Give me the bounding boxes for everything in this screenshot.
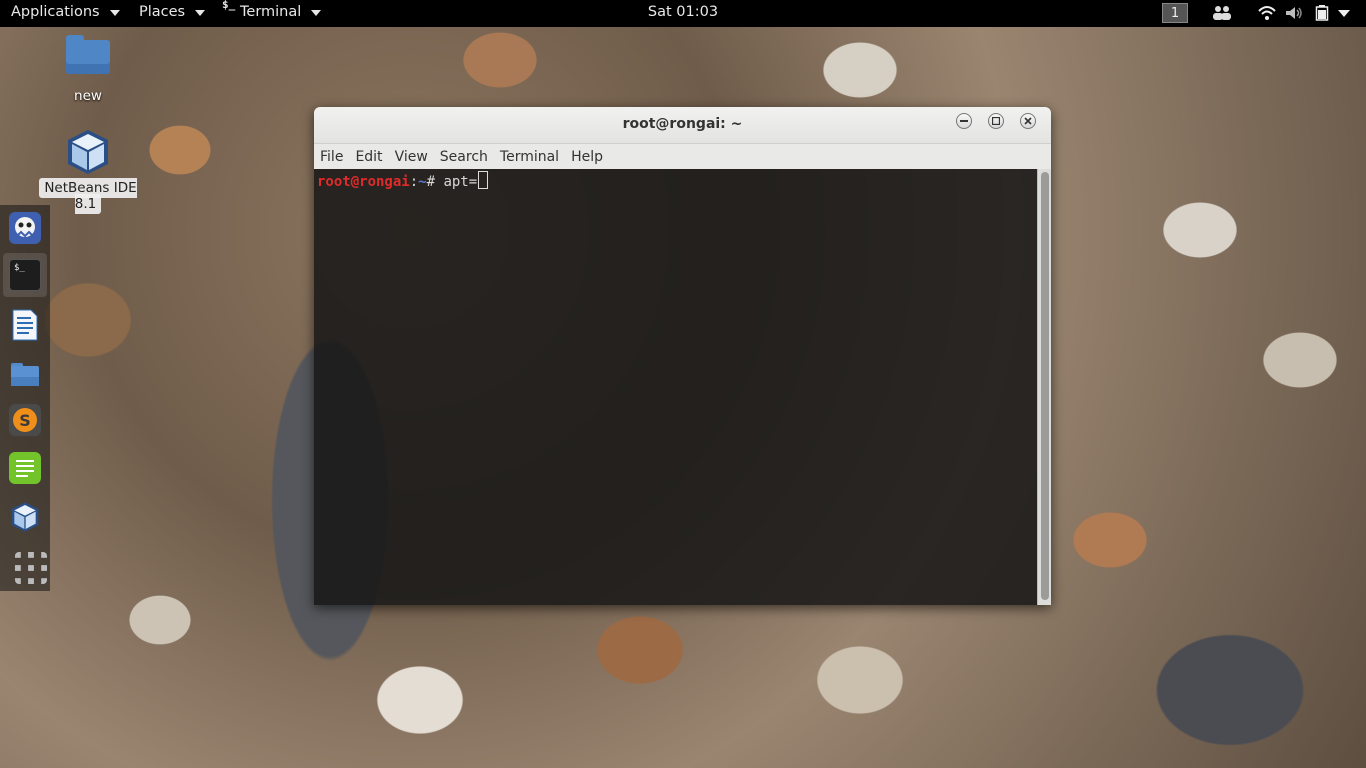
- terminal-scrollbar[interactable]: [1037, 169, 1051, 605]
- files-icon[interactable]: [9, 357, 41, 389]
- terminal-prompt-line: root@rongai:~# apt=: [317, 171, 489, 190]
- window-title: root@rongai: ~: [622, 116, 743, 132]
- terminal-icon[interactable]: $_: [9, 259, 41, 291]
- netbeans-icon[interactable]: [9, 501, 41, 533]
- menu-terminal[interactable]: Terminal: [494, 149, 565, 165]
- wifi-icon[interactable]: [1258, 5, 1276, 21]
- battery-icon[interactable]: [1315, 5, 1329, 21]
- clock[interactable]: Sat 01:03: [648, 4, 718, 20]
- minimize-icon: [960, 120, 968, 122]
- menu-file[interactable]: File: [314, 149, 349, 165]
- applications-label: Applications: [11, 4, 100, 20]
- terminal-window: root@rongai: ~ File Edit View Search Ter…: [314, 107, 1051, 605]
- typed-command: apt=: [443, 174, 478, 190]
- desktop-icon-netbeans[interactable]: NetBeans IDE 8.1: [26, 128, 150, 214]
- desktop-icon-label: new: [74, 88, 102, 104]
- desktop-icon-label: NetBeans IDE 8.1: [39, 178, 137, 214]
- show-applications-icon[interactable]: [15, 552, 47, 584]
- volume-icon[interactable]: [1285, 5, 1303, 21]
- terminal-app-label: Terminal: [240, 4, 302, 20]
- maximize-icon: [992, 117, 1000, 125]
- prompt-path: ~: [418, 174, 427, 190]
- menu-help[interactable]: Help: [565, 149, 609, 165]
- close-icon: [1024, 117, 1032, 125]
- sublime-text-icon[interactable]: S: [9, 404, 41, 436]
- desktop-icon-new[interactable]: new: [58, 35, 118, 104]
- terminal-app-icon: $_: [222, 0, 236, 11]
- prompt-user-host: root@rongai: [317, 174, 410, 190]
- svg-text:S: S: [19, 411, 31, 430]
- menu-view[interactable]: View: [389, 149, 434, 165]
- libreoffice-writer-icon[interactable]: [9, 309, 41, 341]
- places-label: Places: [139, 4, 186, 20]
- menu-search[interactable]: Search: [434, 149, 494, 165]
- prompt-symbol: #: [426, 174, 444, 190]
- chevron-down-icon: [195, 10, 206, 16]
- maltego-icon[interactable]: [9, 212, 41, 244]
- menu-edit[interactable]: Edit: [349, 149, 388, 165]
- terminal-output[interactable]: root@rongai:~# apt=: [314, 169, 1037, 605]
- chevron-down-icon: [311, 10, 322, 16]
- minimize-button[interactable]: [956, 113, 972, 129]
- window-menubar: File Edit View Search Terminal Help: [314, 144, 1051, 169]
- people-icon[interactable]: [1212, 5, 1232, 21]
- netbeans-cube-icon: [68, 130, 108, 174]
- window-titlebar[interactable]: root@rongai: ~: [314, 107, 1051, 144]
- close-button[interactable]: [1020, 113, 1036, 129]
- places-menu[interactable]: Places: [139, 4, 206, 20]
- applications-menu[interactable]: Applications: [11, 4, 120, 20]
- workspace-indicator[interactable]: 1: [1162, 3, 1188, 23]
- top-panel: Applications Places $_ Terminal Sat 01:0…: [0, 0, 1366, 27]
- maximize-button[interactable]: [988, 113, 1004, 129]
- terminal-app-menu[interactable]: Terminal: [240, 4, 322, 20]
- text-editor-icon[interactable]: [9, 452, 41, 484]
- prompt-separator: :: [409, 174, 419, 190]
- system-menu-caret-icon[interactable]: [1338, 10, 1350, 26]
- chevron-down-icon: [109, 10, 120, 16]
- text-cursor: [478, 171, 489, 189]
- folder-icon: [66, 35, 110, 74]
- scrollbar-thumb[interactable]: [1041, 172, 1049, 600]
